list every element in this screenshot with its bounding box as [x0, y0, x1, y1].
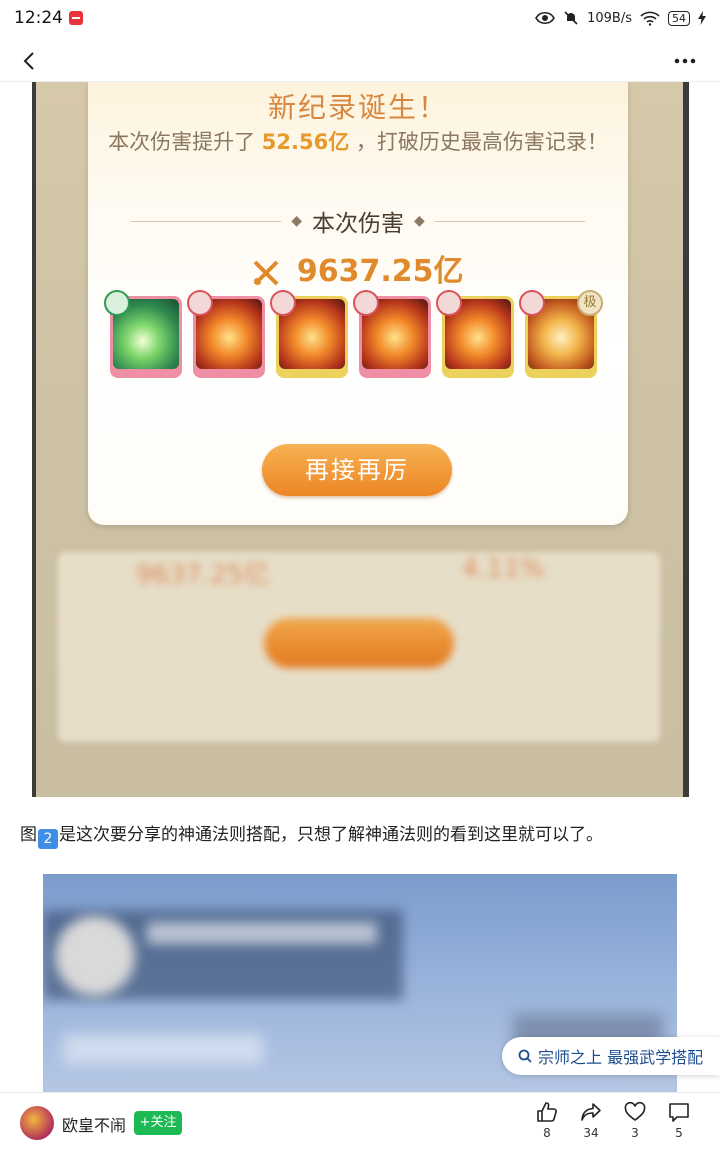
mute-bell-icon — [564, 11, 578, 25]
popup-subtitle: 本次伤害提升了 52.56亿 ，打破历史最高伤害记录！ — [88, 126, 628, 156]
wifi-icon — [640, 11, 660, 26]
blurred-button — [264, 618, 454, 668]
diamond-icon: ◆ — [291, 213, 302, 229]
skill-card-phoenix-skill — [187, 290, 265, 378]
author-name[interactable]: 欧皇不闹 — [62, 1112, 126, 1136]
author-avatar[interactable] — [20, 1106, 54, 1140]
status-bar: 12:24 109B/s 54 — [0, 0, 720, 36]
skill-type-badge-icon — [436, 290, 462, 316]
like-button[interactable]: 8 — [525, 1101, 569, 1140]
damage-value: 9637.25亿 — [296, 254, 464, 289]
image-border-left — [32, 82, 36, 797]
divider-line-right — [434, 220, 585, 222]
status-time: 12:24 — [14, 8, 63, 28]
blurred-name — [147, 922, 377, 944]
blurred-avatar — [55, 916, 135, 996]
related-search-chip[interactable]: 宗师之上 最强武学搭配 — [502, 1037, 720, 1075]
share-icon — [581, 1103, 601, 1121]
eye-icon — [535, 11, 556, 25]
favorite-count: 3 — [631, 1126, 639, 1140]
more-options-button[interactable] — [670, 46, 700, 76]
tier-badge: 极 — [577, 290, 603, 316]
subtitle-suffix: ，打破历史最高伤害记录！ — [355, 130, 608, 154]
try-again-button[interactable]: 再接再厉 — [262, 444, 452, 496]
skill-type-badge-icon — [519, 290, 545, 316]
divider-line-left — [131, 220, 282, 222]
favorite-button[interactable]: 3 — [613, 1101, 657, 1140]
skill-card-pagoda-skill — [353, 290, 431, 378]
comment-button[interactable]: 5 — [657, 1101, 701, 1140]
battery-indicator: 54 — [668, 10, 690, 26]
back-button[interactable] — [14, 46, 44, 76]
heart-icon — [624, 1101, 646, 1121]
notification-app-icon — [69, 11, 83, 25]
chevron-left-icon — [23, 52, 34, 70]
record-popup: 新纪录诞生！ 本次伤害提升了 52.56亿 ，打破历史最高伤害记录！ ◆ 本次伤… — [88, 82, 628, 525]
blurred-row — [63, 1034, 263, 1064]
article-image-1[interactable]: 9637.25亿 4.11% 新纪录诞生！ 本次伤害提升了 52.56亿 ，打破… — [32, 82, 689, 797]
figure-number-badge: 2 — [38, 829, 58, 849]
skill-card-golden-buddha-skill — [436, 290, 514, 378]
section-label: 本次伤害 — [312, 211, 404, 237]
skill-type-badge-icon — [104, 290, 130, 316]
popup-title: 新纪录诞生！ — [267, 91, 448, 124]
skill-type-badge-icon — [353, 290, 379, 316]
diamond-icon: ◆ — [414, 213, 425, 229]
share-button[interactable]: 34 — [569, 1101, 613, 1140]
search-chip-text: 宗师之上 最强武学搭配 — [538, 1048, 704, 1067]
skill-card-lotus-skill: 极 — [519, 290, 603, 378]
comment-icon — [669, 1103, 689, 1122]
network-speed: 109B/s — [587, 10, 632, 26]
para-prefix: 图 — [20, 825, 37, 845]
more-dots-icon — [674, 58, 696, 64]
thumbs-up-icon — [537, 1102, 557, 1122]
skill-type-badge-icon — [187, 290, 213, 316]
like-count: 8 — [543, 1126, 551, 1140]
follow-button[interactable]: +关注 — [134, 1111, 182, 1135]
status-icons: 109B/s 54 — [535, 10, 706, 26]
skill-card-flame-buddha-skill — [270, 290, 348, 378]
subtitle-prefix: 本次伤害提升了 — [108, 130, 256, 154]
skill-row: 极 — [104, 290, 610, 378]
search-icon — [518, 1049, 532, 1063]
blurred-percent-text: 4.11% — [462, 554, 545, 584]
share-count: 34 — [583, 1126, 599, 1140]
damage-row: 9637.25亿 — [88, 246, 628, 290]
section-divider: ◆ 本次伤害 ◆ — [88, 206, 628, 237]
subtitle-value: 52.56亿 — [261, 130, 350, 154]
comment-count: 5 — [675, 1126, 683, 1140]
bottom-bar: 欧皇不闹 +关注 8 34 3 5 — [0, 1092, 720, 1152]
para-text: 是这次要分享的神通法则搭配，只想了解神通法则的看到这里就可以了。 — [59, 825, 603, 845]
top-nav — [0, 40, 720, 82]
blurred-damage-text: 9637.25亿 — [136, 560, 270, 590]
skill-card-jade-skill — [104, 290, 182, 378]
skill-type-badge-icon — [270, 290, 296, 316]
crossed-swords-icon — [254, 260, 279, 285]
image-border-right — [683, 82, 689, 797]
article-paragraph: 图 2 是这次要分享的神通法则搭配，只想了解神通法则的看到这里就可以了。 — [20, 822, 700, 849]
charging-icon — [698, 11, 706, 25]
